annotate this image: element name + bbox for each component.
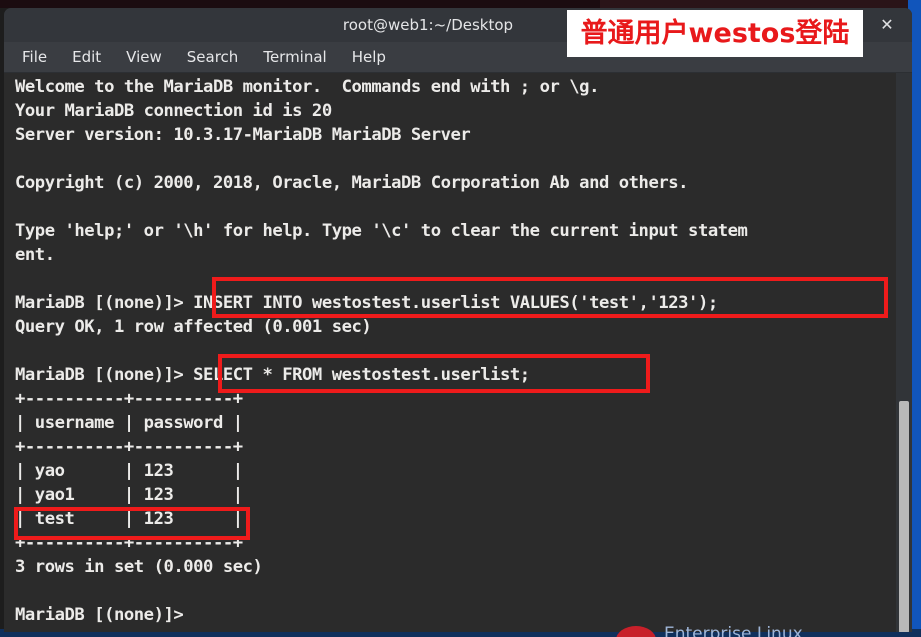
terminal-text: Welcome to the MariaDB monitor. Commands…: [15, 77, 748, 625]
desktop-partial-text: Enterprise Linux: [664, 624, 803, 637]
annotation-label-chinese: 普通用户westos登陆: [567, 10, 863, 57]
close-icon[interactable]: ✕: [872, 8, 902, 42]
screenshot-root: Enterprise Linux root@web1:~/Desktop ✕ F…: [0, 0, 921, 637]
menu-item-search[interactable]: Search: [187, 48, 239, 66]
menu-item-help[interactable]: Help: [352, 48, 386, 66]
desktop-top-strip-accent: [600, 0, 921, 8]
scrollbar-thumb[interactable]: [899, 401, 909, 632]
menu-item-edit[interactable]: Edit: [72, 48, 101, 66]
menu-item-view[interactable]: View: [126, 48, 162, 66]
terminal-output-area[interactable]: Welcome to the MariaDB monitor. Commands…: [4, 73, 912, 632]
terminal-scrollbar[interactable]: [896, 73, 912, 632]
menu-item-terminal[interactable]: Terminal: [263, 48, 326, 66]
menu-item-file[interactable]: File: [22, 48, 47, 66]
terminal-window: root@web1:~/Desktop ✕ File Edit View Sea…: [4, 8, 912, 632]
